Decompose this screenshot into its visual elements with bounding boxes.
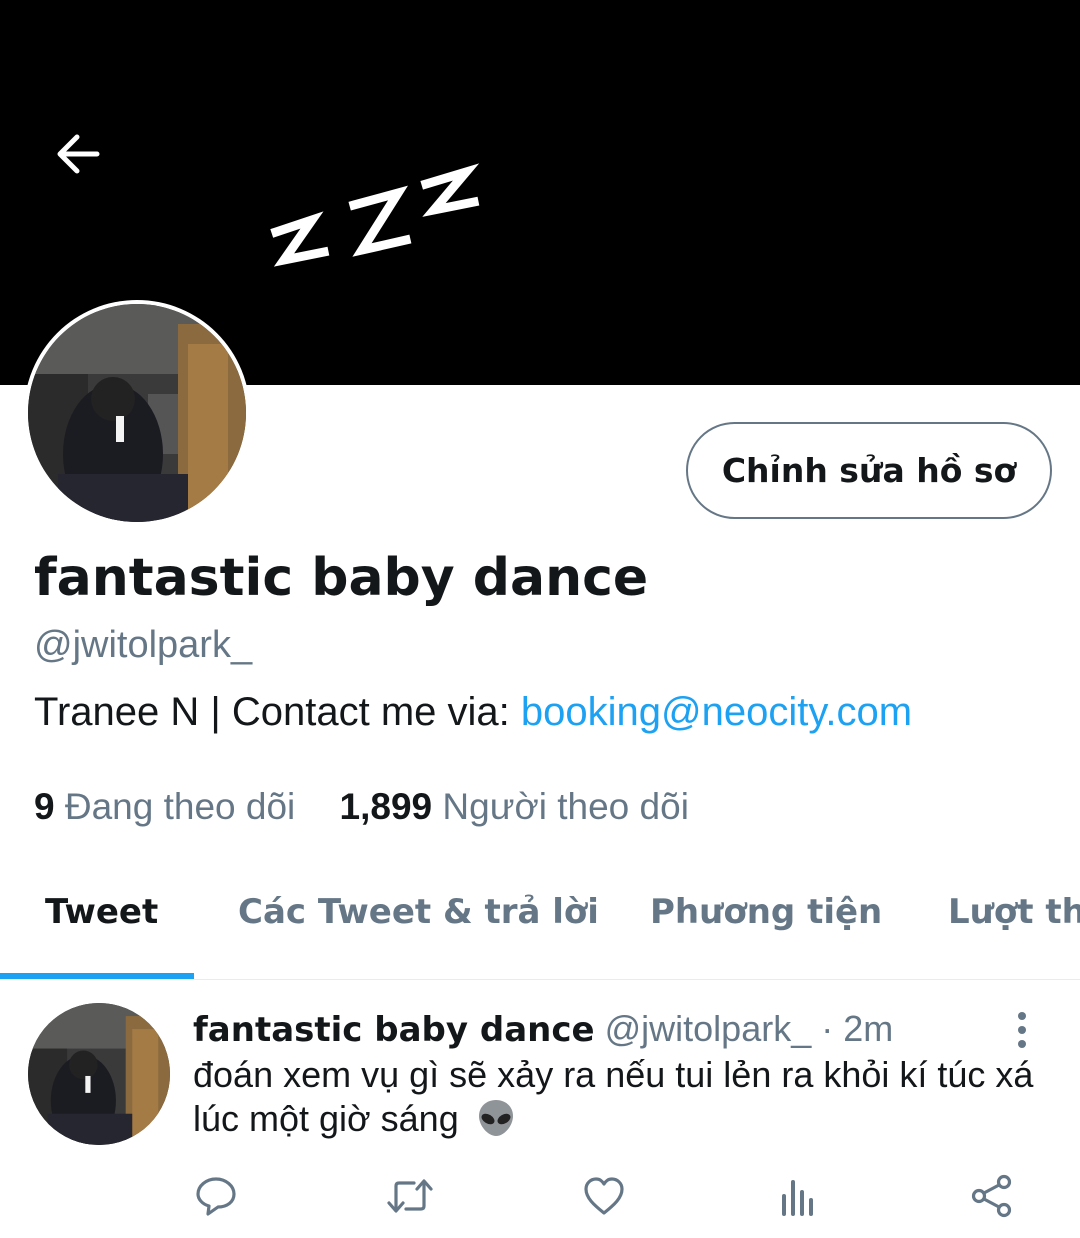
bio-email-link[interactable]: booking@neocity.com xyxy=(521,690,912,734)
tweet-separator: · xyxy=(811,1008,844,1049)
like-button[interactable] xyxy=(578,1170,630,1222)
following-count: 9 xyxy=(34,786,55,827)
profile-handle: @jwitolpark_ xyxy=(34,624,253,666)
heart-icon xyxy=(584,1177,624,1215)
more-vertical-icon xyxy=(1018,1012,1026,1020)
followers-label: Người theo dõi xyxy=(442,786,689,827)
retweet-button[interactable] xyxy=(384,1170,436,1222)
tweet-actions xyxy=(0,1170,1080,1222)
following-stat[interactable]: 9 Đang theo dõi xyxy=(34,786,295,828)
analytics-icon xyxy=(782,1180,813,1216)
tab-likes[interactable]: Lượt thích xyxy=(948,892,1080,932)
profile-bio: Tranee N | Contact me via: booking@neoci… xyxy=(34,690,912,735)
reply-button[interactable] xyxy=(190,1170,242,1222)
profile-tabs: Tweet Các Tweet & trả lời Phương tiện Lư… xyxy=(0,860,1080,980)
tabs-divider xyxy=(0,979,1080,980)
zzz-sleep-graphic xyxy=(270,163,480,267)
tweet-more-button[interactable] xyxy=(1004,1010,1040,1050)
reply-icon xyxy=(196,1177,236,1216)
tweet-body: đoán xem vụ gì sẽ xảy ra nếu tui lẻn ra … xyxy=(193,1053,1053,1141)
share-icon xyxy=(971,1174,1012,1218)
profile-avatar[interactable] xyxy=(24,300,250,526)
tweet-time: 2m xyxy=(843,1008,894,1049)
bio-text: Tranee N | Contact me via: xyxy=(34,690,521,734)
tab-media[interactable]: Phương tiện xyxy=(650,892,882,932)
back-arrow-icon xyxy=(57,134,100,174)
retweet-icon xyxy=(387,1179,433,1213)
followers-count: 1,899 xyxy=(339,786,433,827)
edit-profile-button[interactable]: Chỉnh sửa hồ sơ xyxy=(686,422,1052,519)
share-button[interactable] xyxy=(966,1170,1018,1222)
tab-tweets-replies[interactable]: Các Tweet & trả lời xyxy=(238,892,599,932)
tweet-text: đoán xem vụ gì sẽ xảy ra nếu tui lẻn ra … xyxy=(193,1054,1034,1139)
tweet-author-handle: @jwitolpark_ xyxy=(604,1008,812,1049)
tweet-author-avatar[interactable] xyxy=(28,1003,170,1145)
tweet-author-name[interactable]: fantastic baby dance xyxy=(193,1010,595,1050)
avatar-photo xyxy=(28,1003,170,1145)
back-button[interactable] xyxy=(50,126,106,182)
profile-display-name: fantastic baby dance xyxy=(34,548,649,608)
alien-icon xyxy=(478,1100,513,1136)
tweet-header: fantastic baby dance @jwitolpark_ · 2m xyxy=(193,1008,893,1050)
analytics-button[interactable] xyxy=(772,1170,824,1222)
avatar-photo xyxy=(28,304,246,522)
following-label: Đang theo dõi xyxy=(64,786,296,827)
followers-stat[interactable]: 1,899 Người theo dõi xyxy=(340,786,689,828)
tab-tweets[interactable]: Tweet xyxy=(45,892,158,932)
profile-stats: 9 Đang theo dõi 1,899 Người theo dõi xyxy=(34,786,689,828)
